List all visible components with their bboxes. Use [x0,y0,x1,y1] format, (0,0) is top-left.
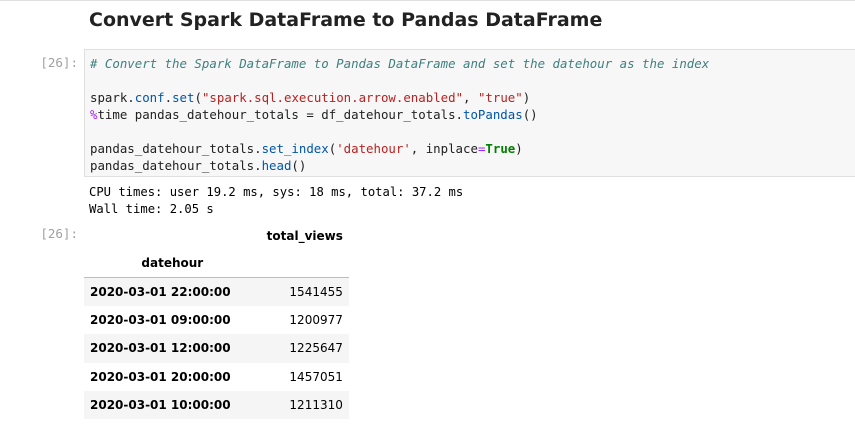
code-token: , [463,90,478,105]
top-border [0,0,855,1]
row-value-cell: 1541455 [289,284,343,299]
dataframe-table: total_views datehour 2020-03-01 22:00:00… [84,222,349,420]
code-token: () [291,158,307,173]
index-header-datehour: datehour [84,249,261,278]
code-token: pandas_datehour_totals. [90,158,262,173]
row-value-cell: 1225647 [289,341,343,356]
output-prompt: [26]: [40,226,78,241]
code-comment: # Convert the Spark DataFrame to Pandas … [90,56,710,71]
row-value-cell: 1211310 [289,398,343,413]
code-line-time-topandas: %time pandas_datehour_totals = df_dateho… [90,106,538,123]
code-token: () [522,107,538,122]
code-token: pandas_datehour_totals. [90,141,262,156]
blank-header-cell [84,222,261,249]
row-index-cell: 2020-03-01 22:00:00 [90,284,231,299]
table-row: 2020-03-01 10:00:00 1211310 [84,391,349,420]
row-value-cell: 1457051 [289,369,343,384]
row-index-cell: 2020-03-01 10:00:00 [90,398,231,413]
code-token: time pandas_datehour_totals = df_datehou… [97,107,463,122]
code-line-comment: # Convert the Spark DataFrame to Pandas … [90,55,709,72]
stdout-wall-time: Wall time: 2.05 s [89,202,214,216]
code-token: set [172,90,195,105]
code-token: conf [134,90,165,105]
code-keyword: True [485,141,516,156]
row-index-cell: 2020-03-01 12:00:00 [90,341,231,356]
code-token: . [164,90,173,105]
code-line-head: pandas_datehour_totals.head() [90,157,306,174]
code-token: set_index [261,141,329,156]
code-token: toPandas [463,107,523,122]
table-row: 2020-03-01 22:00:00 1541455 [84,277,349,306]
row-value-cell: 1200977 [289,313,343,328]
code-token: spark. [90,90,135,105]
stdout-cpu-times: CPU times: user 19.2 ms, sys: 18 ms, tot… [89,185,464,199]
code-string: "spark.sql.execution.arrow.enabled" [201,90,464,105]
code-line-set-index: pandas_datehour_totals.set_index('dateho… [90,140,523,157]
code-string: "true" [477,90,523,105]
code-string: 'datehour' [336,141,411,156]
code-token: ) [522,90,531,105]
table-row: 2020-03-01 12:00:00 1225647 [84,334,349,363]
table-row: 2020-03-01 09:00:00 1200977 [84,306,349,334]
markdown-heading: Convert Spark DataFrame to Pandas DataFr… [89,9,603,31]
code-cell-editor[interactable]: # Convert the Spark DataFrame to Pandas … [84,49,855,177]
code-token: ( [194,90,202,105]
code-token: , inplace [410,141,478,156]
input-prompt: [26]: [40,55,78,70]
row-index-cell: 2020-03-01 09:00:00 [90,313,231,328]
table-row: 2020-03-01 20:00:00 1457051 [84,363,349,391]
blank-header-cell [260,249,349,278]
row-index-cell: 2020-03-01 20:00:00 [90,369,231,384]
code-line-spark-conf: spark.conf.set("spark.sql.execution.arro… [90,89,530,106]
column-header-total-views: total_views [266,228,343,243]
code-token: head [261,158,292,173]
code-token: ) [515,141,523,156]
